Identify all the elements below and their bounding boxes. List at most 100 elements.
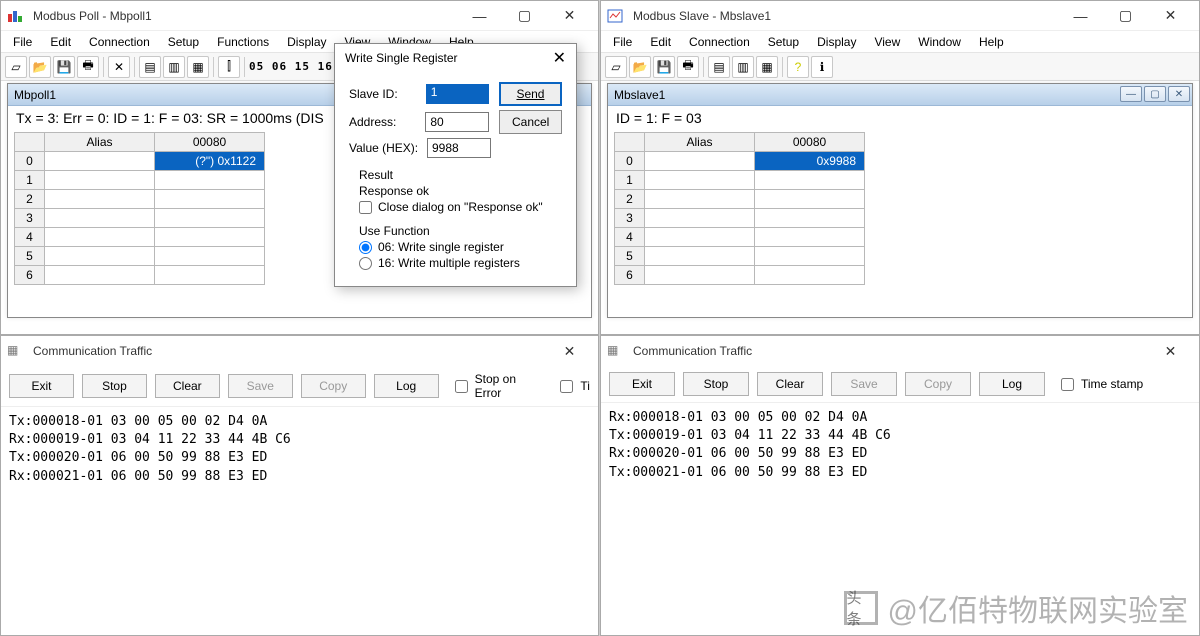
log-button[interactable]: Log xyxy=(374,374,439,398)
copy-button[interactable]: Copy xyxy=(905,372,971,396)
open-icon[interactable]: 📂 xyxy=(29,56,51,78)
slave-traffic-window: ▦ Communication Traffic ✕ Exit Stop Clea… xyxy=(600,335,1200,636)
cell-0[interactable]: 0x9988 xyxy=(755,152,865,171)
doc-title-text: Mbpoll1 xyxy=(14,88,56,102)
timestamp-check[interactable]: Time stamp xyxy=(1057,375,1143,394)
fn-06-radio[interactable]: 06: Write single register xyxy=(359,240,562,254)
menu-edit[interactable]: Edit xyxy=(642,33,679,51)
stop-on-error-check[interactable]: Stop on Error xyxy=(451,372,545,400)
help-icon[interactable]: ? xyxy=(787,56,809,78)
print-icon[interactable]: 🖶 xyxy=(677,56,699,78)
value-label: Value (HEX): xyxy=(349,141,427,155)
tool-2-icon[interactable]: ▥ xyxy=(163,56,185,78)
inner-doc: Mbslave1 — ▢ ✕ ID = 1: F = 03 Alias00080… xyxy=(607,83,1193,318)
slave-id-input[interactable]: 1 xyxy=(426,84,489,104)
menu-view[interactable]: View xyxy=(866,33,908,51)
menubar: File Edit Connection Setup Display View … xyxy=(601,31,1199,53)
cancel-button[interactable]: Cancel xyxy=(499,110,562,134)
traffic-icon: ▦ xyxy=(607,343,623,359)
value-input[interactable] xyxy=(427,138,491,158)
traffic-close-button[interactable]: ✕ xyxy=(547,337,592,365)
register-grid[interactable]: Alias00080 00x9988 1 2 3 4 5 6 xyxy=(614,132,865,285)
register-grid[interactable]: Alias00080 0(?") 0x1122 1 2 3 4 5 6 xyxy=(14,132,265,285)
save-icon[interactable]: 💾 xyxy=(53,56,75,78)
dialog-close-button[interactable]: ✕ xyxy=(553,48,566,68)
close-button[interactable]: ✕ xyxy=(1148,2,1193,30)
menu-display[interactable]: Display xyxy=(809,33,864,51)
result-text: Response ok xyxy=(359,184,562,198)
mdi-maximize-button[interactable]: ▢ xyxy=(1144,86,1166,102)
traffic-buttons: Exit Stop Clear Save Copy Log Time stamp xyxy=(601,366,1199,403)
menu-connection[interactable]: Connection xyxy=(81,33,158,51)
save-button[interactable]: Save xyxy=(228,374,293,398)
result-group-label: Result xyxy=(359,168,562,182)
use-function-group-label: Use Function xyxy=(359,224,562,238)
menu-setup[interactable]: Setup xyxy=(160,33,207,51)
tool-3-icon[interactable]: ▦ xyxy=(756,56,778,78)
col-alias: Alias xyxy=(645,133,755,152)
new-icon[interactable]: ▱ xyxy=(5,56,27,78)
write-single-register-dialog: Write Single Register ✕ Slave ID: 1 Send… xyxy=(334,43,577,287)
save-icon[interactable]: 💾 xyxy=(653,56,675,78)
maximize-button[interactable]: ▢ xyxy=(1103,2,1148,30)
exit-button[interactable]: Exit xyxy=(9,374,74,398)
menu-functions[interactable]: Functions xyxy=(209,33,277,51)
tool-3-icon[interactable]: ▦ xyxy=(187,56,209,78)
col-alias: Alias xyxy=(45,133,155,152)
timestamp-check-cut[interactable]: Ti xyxy=(556,377,590,396)
menu-display[interactable]: Display xyxy=(279,33,334,51)
pulse-icon[interactable]: ⫿ xyxy=(218,56,240,78)
minimize-button[interactable]: — xyxy=(457,2,502,30)
tool-1-icon[interactable]: ▤ xyxy=(139,56,161,78)
close-button[interactable]: ✕ xyxy=(547,2,592,30)
address-label: Address: xyxy=(349,115,425,129)
traffic-title: Communication Traffic xyxy=(629,344,1148,358)
app-icon xyxy=(7,8,23,24)
new-icon[interactable]: ▱ xyxy=(605,56,627,78)
clear-button[interactable]: Clear xyxy=(155,374,220,398)
copy-button[interactable]: Copy xyxy=(301,374,366,398)
save-button[interactable]: Save xyxy=(831,372,897,396)
tool-2-icon[interactable]: ▥ xyxy=(732,56,754,78)
app-icon xyxy=(607,8,623,24)
titlebar: Modbus Slave - Mbslave1 — ▢ ✕ xyxy=(601,1,1199,31)
minimize-button[interactable]: — xyxy=(1058,2,1103,30)
traffic-log[interactable]: Rx:000018-01 03 00 05 00 02 D4 0A Tx:000… xyxy=(601,403,1199,488)
address-input[interactable] xyxy=(425,112,489,132)
tool-1-icon[interactable]: ▤ xyxy=(708,56,730,78)
close-on-response-check[interactable]: Close dialog on "Response ok" xyxy=(359,200,562,214)
print-icon[interactable]: 🖶 xyxy=(77,56,99,78)
clear-button[interactable]: Clear xyxy=(757,372,823,396)
traffic-buttons: Exit Stop Clear Save Copy Log Stop on Er… xyxy=(1,366,598,407)
menu-setup[interactable]: Setup xyxy=(760,33,807,51)
cell-0[interactable]: (?") 0x1122 xyxy=(155,152,265,171)
traffic-close-button[interactable]: ✕ xyxy=(1148,337,1193,365)
fcode-buttons[interactable]: 05 06 15 16 xyxy=(249,60,333,73)
open-icon[interactable]: 📂 xyxy=(629,56,651,78)
menu-window[interactable]: Window xyxy=(910,33,969,51)
slave-id-label: Slave ID: xyxy=(349,87,426,101)
modbus-slave-window: Modbus Slave - Mbslave1 — ▢ ✕ File Edit … xyxy=(600,0,1200,335)
stop-button[interactable]: Stop xyxy=(683,372,749,396)
menu-connection[interactable]: Connection xyxy=(681,33,758,51)
exit-button[interactable]: Exit xyxy=(609,372,675,396)
fn-16-radio[interactable]: 16: Write multiple registers xyxy=(359,256,562,270)
doc-titlebar: Mbslave1 — ▢ ✕ xyxy=(608,84,1192,106)
cut-icon[interactable]: ✕ xyxy=(108,56,130,78)
menu-help[interactable]: Help xyxy=(971,33,1012,51)
traffic-log[interactable]: Tx:000018-01 03 00 05 00 02 D4 0A Rx:000… xyxy=(1,407,598,492)
stop-button[interactable]: Stop xyxy=(82,374,147,398)
log-button[interactable]: Log xyxy=(979,372,1045,396)
about-icon[interactable]: ℹ xyxy=(811,56,833,78)
menu-file[interactable]: File xyxy=(5,33,40,51)
traffic-icon: ▦ xyxy=(7,343,23,359)
status-text: ID = 1: F = 03 xyxy=(608,106,1192,130)
maximize-button[interactable]: ▢ xyxy=(502,2,547,30)
mdi-minimize-button[interactable]: — xyxy=(1120,86,1142,102)
send-button[interactable]: Send xyxy=(499,82,562,106)
menu-file[interactable]: File xyxy=(605,33,640,51)
dialog-title-text: Write Single Register xyxy=(345,51,458,65)
titlebar: Modbus Poll - Mbpoll1 — ▢ ✕ xyxy=(1,1,598,31)
menu-edit[interactable]: Edit xyxy=(42,33,79,51)
mdi-close-button[interactable]: ✕ xyxy=(1168,86,1190,102)
